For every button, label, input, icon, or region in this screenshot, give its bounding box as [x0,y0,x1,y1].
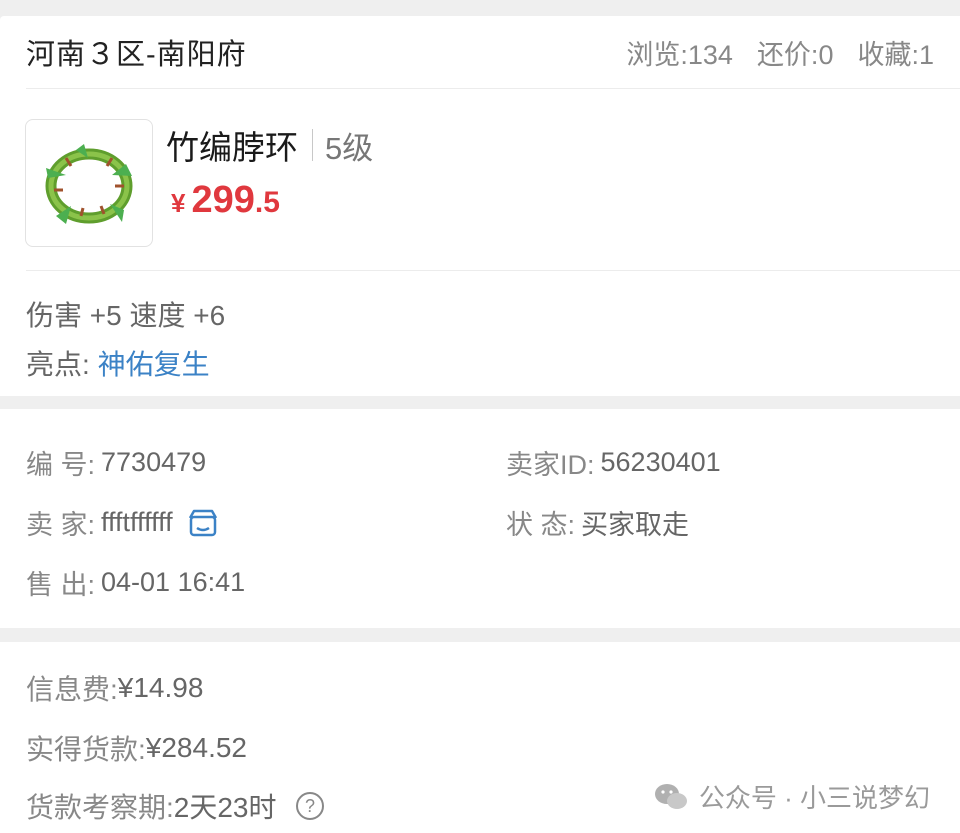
item-attributes: 伤害 +5 速度 +6 [26,300,226,331]
info-fee-label: 信息费: [26,674,118,705]
divider [26,270,960,271]
net-payment-value: ¥284.52 [145,732,247,763]
favorites-count: 收藏:1 [857,39,934,70]
seller-id-value: 56230401 [600,447,721,477]
review-period-value: 2天23时 [173,792,277,823]
svg-text:?: ? [304,796,314,816]
review-period-label: 货款考察期: [26,792,174,823]
watermark: 公众号 · 小三说梦幻 [653,778,930,815]
listing-header: 河南３区-南阳府 浏览:134 还价:0 收藏:1 [26,16,934,88]
net-payment-label: 实得货款: [26,734,146,765]
net-payment: 实得货款: ¥284.52 [26,728,247,768]
listing-stats: 浏览:134 还价:0 收藏:1 [626,33,934,72]
price-integer: 299 [191,179,255,221]
sold-time: 售 出: 04-01 16:41 [26,563,245,602]
serial-label: 编 号: [26,450,96,480]
review-period: 货款考察期: 2天23时 ? [26,786,325,826]
divider [26,88,960,89]
seller-id: 卖家ID: 56230401 [506,443,721,482]
trade-status: 状 态: 买家取走 [506,503,689,542]
price-currency: ¥ [171,188,186,218]
status-value: 买家取走 [581,510,690,540]
status-label: 状 态: [506,510,576,540]
seller-id-label: 卖家ID: [506,450,595,480]
counter-offer-count: 还价:0 [756,39,834,70]
info-fee-value: ¥14.98 [117,672,204,703]
highlight-label: 亮点: [26,349,90,380]
trade-details-card: 编 号: 7730479 卖家ID: 56230401 卖 家: ffftfff… [0,409,960,628]
wechat-icon [653,782,689,812]
item-highlight: 亮点: 神佑复生 [26,343,210,383]
highlight-skill-link[interactable]: 神佑复生 [98,349,210,380]
seller-label: 卖 家: [26,510,96,540]
item-thumbnail[interactable] [25,119,153,247]
watermark-text: 公众号 · 小三说梦幻 [698,783,930,813]
seller: 卖 家: ffftffffff [26,503,219,542]
item-summary-card: 河南３区-南阳府 浏览:134 还价:0 收藏:1 竹编脖环 5级 ¥ 299.… [0,16,960,396]
seller-name: ffftffffff [101,507,173,537]
serial-number: 编 号: 7730479 [26,443,206,482]
help-icon[interactable]: ? [295,791,325,821]
separator [312,129,313,161]
server-region: 河南３区-南阳府 [26,39,247,71]
views-count: 浏览:134 [626,39,733,70]
item-name: 竹编脖环 [166,129,298,166]
serial-value: 7730479 [101,447,207,477]
item-price: ¥299.5 [171,179,280,222]
sold-label: 售 出: [26,570,96,600]
price-decimal: .5 [254,186,280,219]
sold-value: 04-01 16:41 [101,567,246,597]
info-fee: 信息费: ¥14.98 [26,668,203,708]
bamboo-wreath-icon [45,144,133,224]
item-title: 竹编脖环 5级 [166,121,373,169]
item-level: 5级 [325,130,374,166]
store-icon[interactable] [187,508,219,538]
